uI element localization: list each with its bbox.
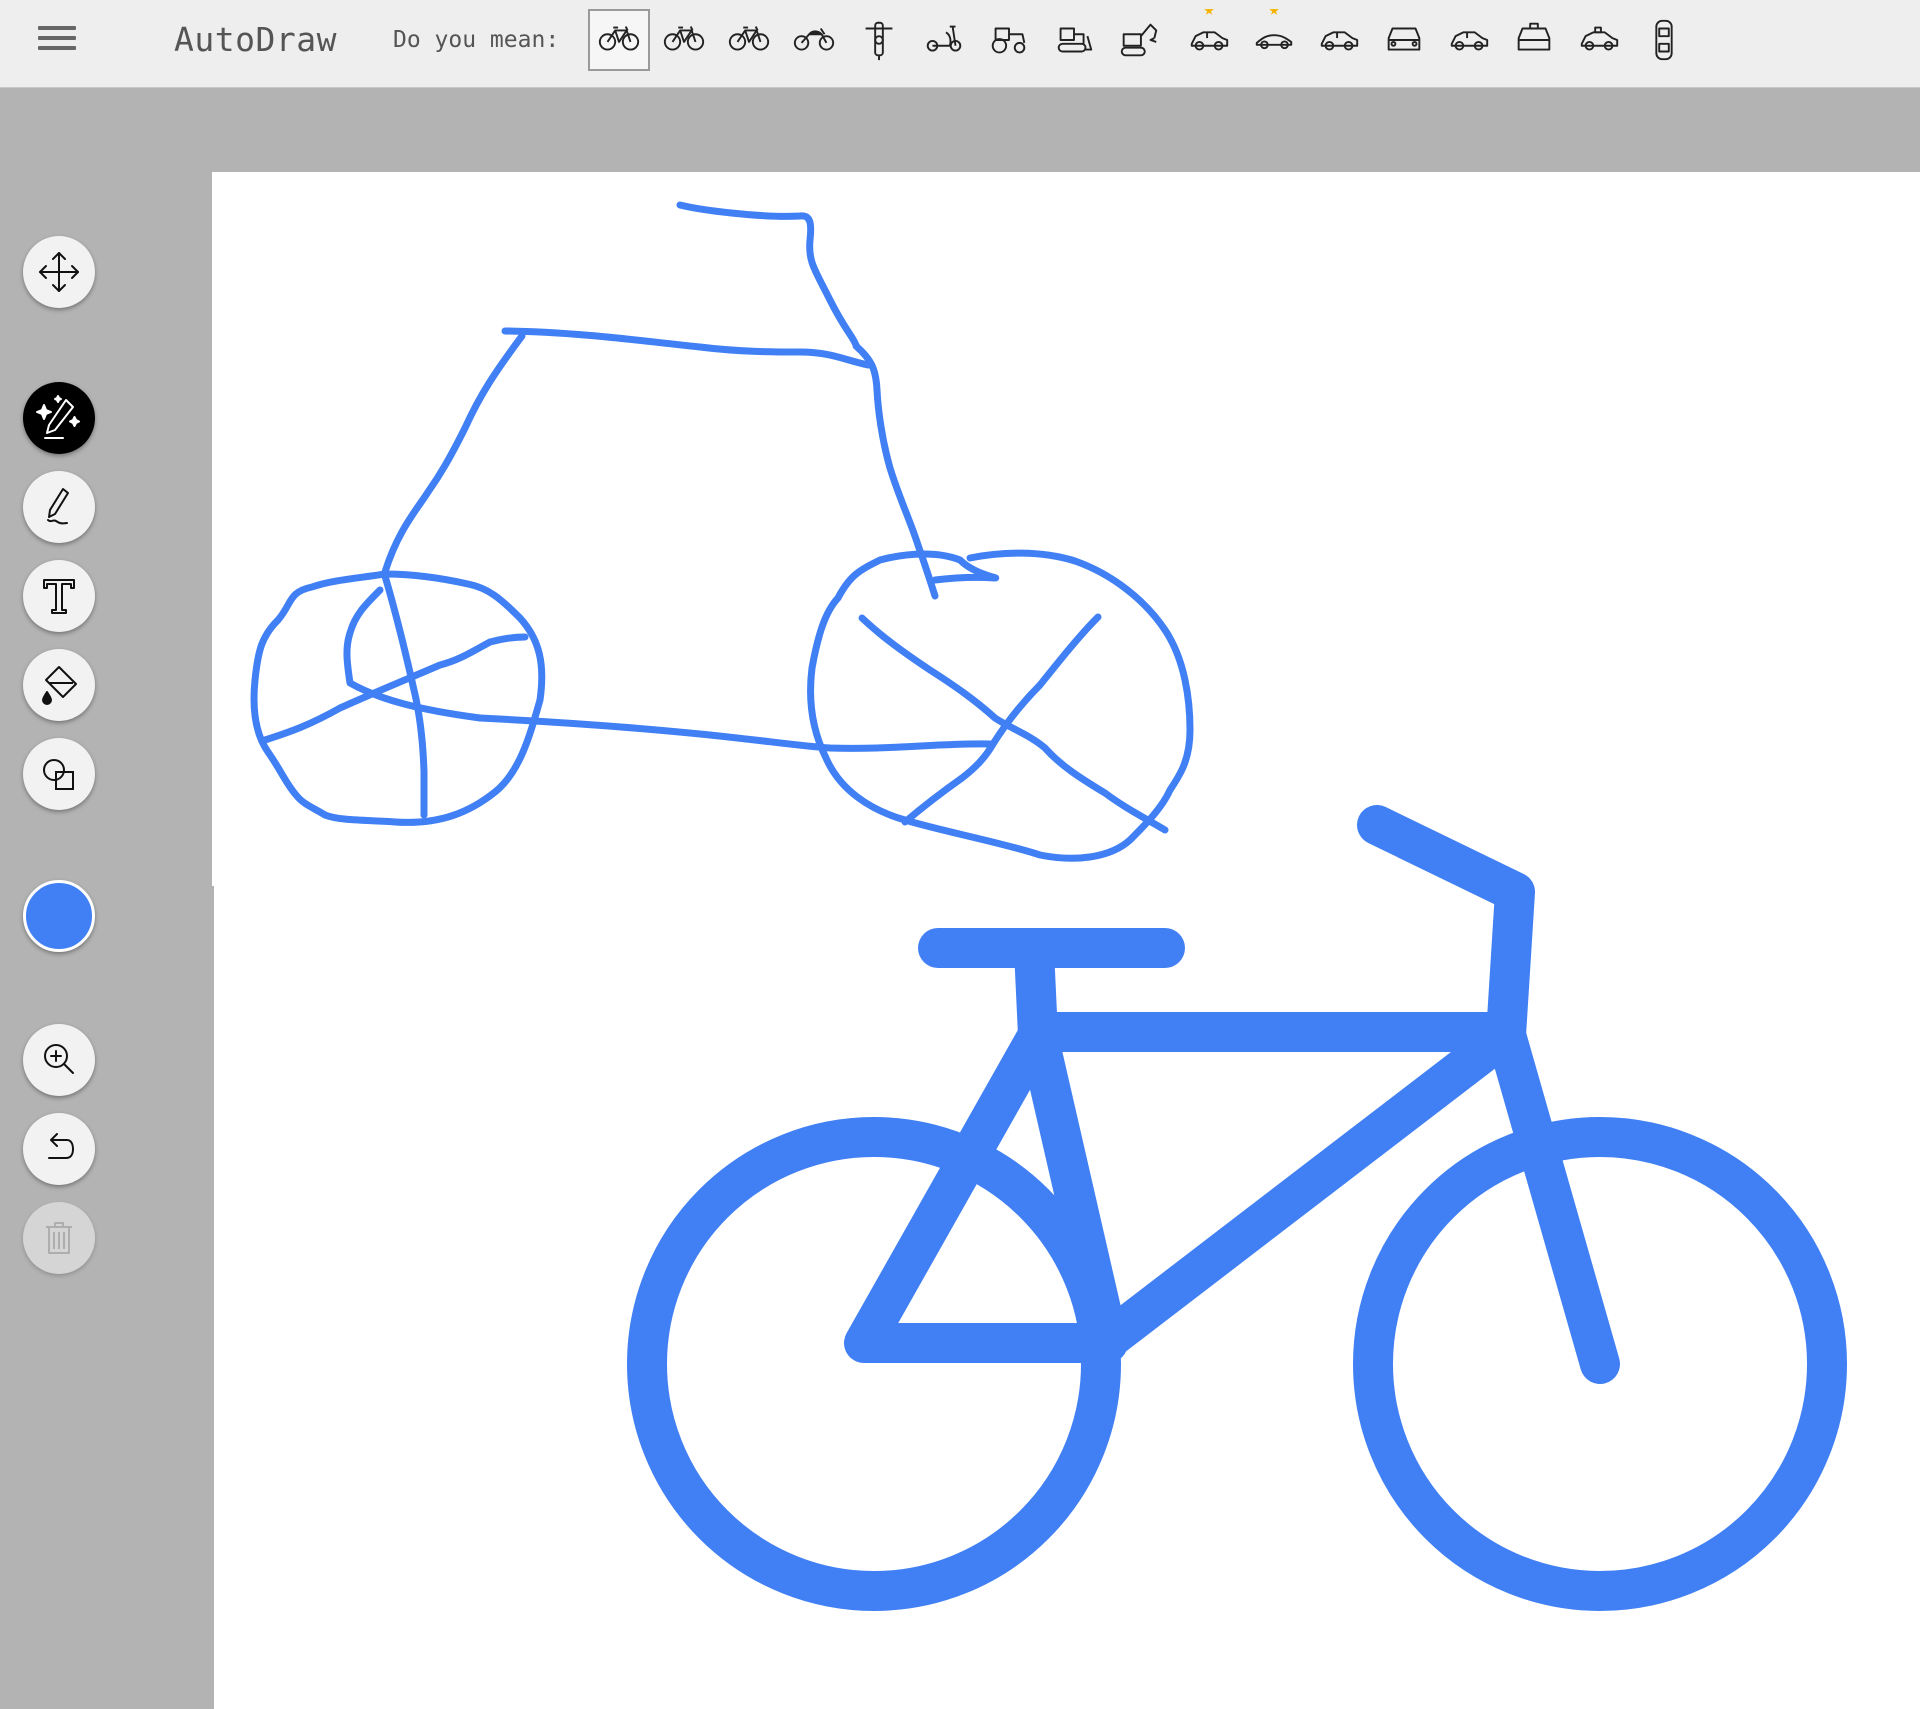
fill-tool[interactable] xyxy=(23,649,95,721)
sketch-top-tube xyxy=(501,327,872,369)
sketch-front-spoke-1 xyxy=(381,572,428,819)
autodraw-tool[interactable] xyxy=(23,382,95,454)
type-tool[interactable] xyxy=(23,560,95,632)
sketch-down-tube xyxy=(381,332,526,576)
zoom-tool[interactable] xyxy=(23,1024,95,1096)
move-icon xyxy=(39,252,79,292)
rear-fork xyxy=(1486,1015,1620,1384)
delete-tool[interactable] xyxy=(23,1202,95,1274)
color-picker[interactable] xyxy=(23,880,95,952)
drawing-layer xyxy=(250,201,1847,1611)
zoom-in-icon xyxy=(44,1044,74,1074)
suggested-bicycle xyxy=(627,805,1847,1611)
frame-lines xyxy=(1014,805,1535,1360)
shape-tool[interactable] xyxy=(23,738,95,810)
undo-icon xyxy=(48,1133,74,1159)
sketch-front-spoke-3 xyxy=(261,633,529,744)
text-icon xyxy=(43,579,75,614)
undo-tool[interactable] xyxy=(23,1113,95,1185)
sketch-rear-spoke-1 xyxy=(858,614,1169,834)
front-wheel xyxy=(627,1117,1121,1611)
pencil-icon xyxy=(47,488,69,525)
autodraw-sparkle-pencil-icon xyxy=(36,395,80,439)
trash-icon xyxy=(46,1222,72,1254)
sketch-chain-stay xyxy=(476,714,994,752)
move-tool[interactable] xyxy=(23,236,95,308)
sketch-strokes xyxy=(250,201,1194,862)
sketch-handlebar xyxy=(676,201,860,349)
draw-tool[interactable] xyxy=(23,471,95,543)
paint-bucket-icon xyxy=(42,666,77,705)
shapes-icon xyxy=(43,759,74,790)
